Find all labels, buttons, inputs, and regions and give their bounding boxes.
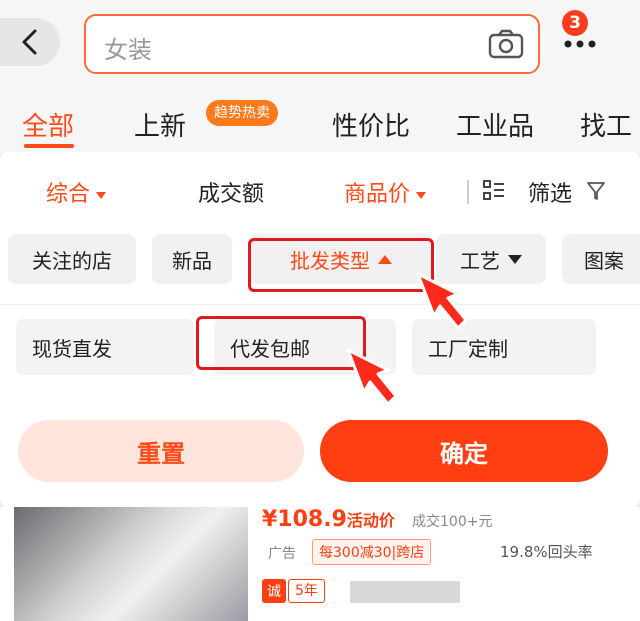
tab-industrial[interactable]: 工业品 [456,106,534,143]
back-button[interactable] [0,18,60,66]
option-label: 现货直发 [32,336,112,361]
arrow-pointer-icon [346,348,398,406]
chip-label: 关注的店 [32,248,112,273]
sort-price[interactable]: 商品价 [344,176,426,208]
blurred-text [350,581,460,603]
highlight-box-dropship [196,316,366,370]
hot-badge: 趋势热卖 [206,100,278,126]
funnel-icon [587,182,605,200]
reset-label: 重置 [137,439,185,468]
chip-label: 新品 [172,248,212,273]
repeat-rate: 19.8%回头率 [500,543,593,561]
tab-find-factory[interactable]: 找工 [580,106,632,143]
product-card[interactable]: ¥108.9活动价 成交100+元 广告 每300减30|跨店 19.8%回头率… [0,507,640,621]
product-price: ¥108.9活动价 [262,507,395,532]
promo-badge: 每300减30|跨店 [312,539,432,565]
notification-badge: 3 [562,10,588,36]
ad-label: 广告 [268,546,296,562]
option-spot-delivery[interactable]: 现货直发 [16,319,194,375]
years-badge: 5年 [288,579,325,603]
product-image [14,507,248,621]
tab-new[interactable]: 上新 [134,106,186,143]
reset-button[interactable]: 重置 [18,420,304,482]
chip-label: 图案 [584,248,624,273]
chip-new[interactable]: 新品 [152,234,232,284]
filter-button[interactable]: 筛选 [528,176,572,208]
search-placeholder: 女装 [104,36,152,64]
caret-down-icon [508,254,522,264]
price-tag: 活动价 [346,511,395,530]
search-input[interactable]: 女装 [84,14,540,74]
sort-bar: 综合 成交额 商品价 筛选 [0,152,640,232]
tab-all[interactable]: 全部 [22,106,74,143]
layout-toggle-icon[interactable] [482,178,506,204]
confirm-label: 确定 [440,439,488,468]
tab-value[interactable]: 性价比 [332,106,410,143]
sort-divider [467,180,469,204]
chip-followed-shops[interactable]: 关注的店 [8,234,136,284]
integrity-badge: 诚 [262,579,286,603]
product-sold: 成交100+元 [412,514,493,530]
chevron-left-icon [22,29,37,55]
arrow-pointer-icon [416,272,468,330]
highlight-box-wholesale-type [248,238,434,292]
sort-comprehensive[interactable]: 综合 [46,176,106,208]
confirm-button[interactable]: 确定 [320,420,608,482]
option-label: 工厂定制 [428,336,508,361]
top-bar: 女装 3 [0,0,640,92]
sort-volume[interactable]: 成交额 [198,176,264,208]
chip-pattern[interactable]: 图案 [562,234,640,284]
tab-active-indicator [24,144,74,148]
category-tabs: 全部 上新 趋势热卖 性价比 工业品 找工 [0,92,640,154]
camera-icon[interactable] [488,28,524,60]
